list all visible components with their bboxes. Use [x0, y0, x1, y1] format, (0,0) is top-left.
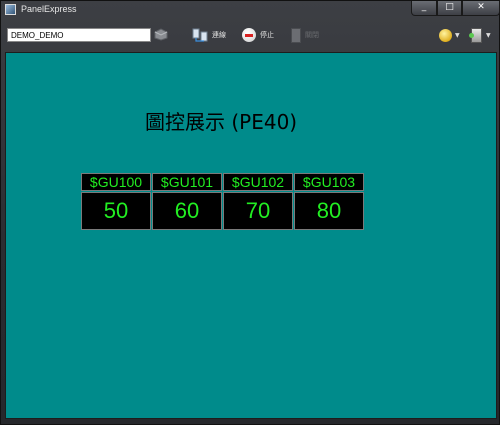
hmi-panel: 圖控展示 (PE40) $GU100 50 $GU101 60 $GU102 7…	[5, 52, 497, 419]
status-smiley-icon[interactable]	[439, 29, 452, 42]
panel-title: 圖控展示 (PE40)	[145, 110, 298, 134]
project-folder-icon[interactable]	[154, 27, 168, 41]
chevron-down-icon[interactable]: ▼	[455, 32, 460, 39]
tag-name: $GU103	[294, 173, 364, 191]
app-logo-icon	[5, 4, 16, 15]
tag-value[interactable]: 50	[81, 192, 151, 230]
tag-name: $GU100	[81, 173, 151, 191]
document-icon	[291, 27, 301, 43]
connect-button[interactable]: 連線	[192, 26, 226, 44]
extra-label: 關閉	[305, 31, 319, 39]
tag-value[interactable]: 80	[294, 192, 364, 230]
tag-value[interactable]: 70	[223, 192, 293, 230]
minimize-button[interactable]: _	[411, 1, 437, 16]
chevron-down-icon[interactable]: ▼	[486, 32, 491, 39]
project-name-input[interactable]	[7, 28, 151, 42]
title-bar[interactable]: PanelExpress _ □ ✕	[1, 1, 500, 19]
close-button[interactable]: ✕	[462, 1, 500, 16]
tag-name: $GU101	[152, 173, 222, 191]
app-window: PanelExpress _ □ ✕ 連線 停止 關閉 ▼	[0, 0, 500, 425]
connect-icon	[192, 28, 208, 42]
tag-name: $GU102	[223, 173, 293, 191]
window-title: PanelExpress	[21, 4, 77, 14]
extra-button[interactable]: 關閉	[291, 26, 319, 44]
stop-button[interactable]: 停止	[242, 26, 274, 44]
stop-icon	[242, 28, 256, 42]
maximize-button[interactable]: □	[437, 1, 462, 16]
tag-value[interactable]: 60	[152, 192, 222, 230]
device-icon[interactable]	[469, 28, 482, 43]
connect-label: 連線	[212, 31, 226, 39]
stop-label: 停止	[260, 31, 274, 39]
toolbar: 連線 停止 關閉 ▼ ▼	[1, 21, 500, 49]
